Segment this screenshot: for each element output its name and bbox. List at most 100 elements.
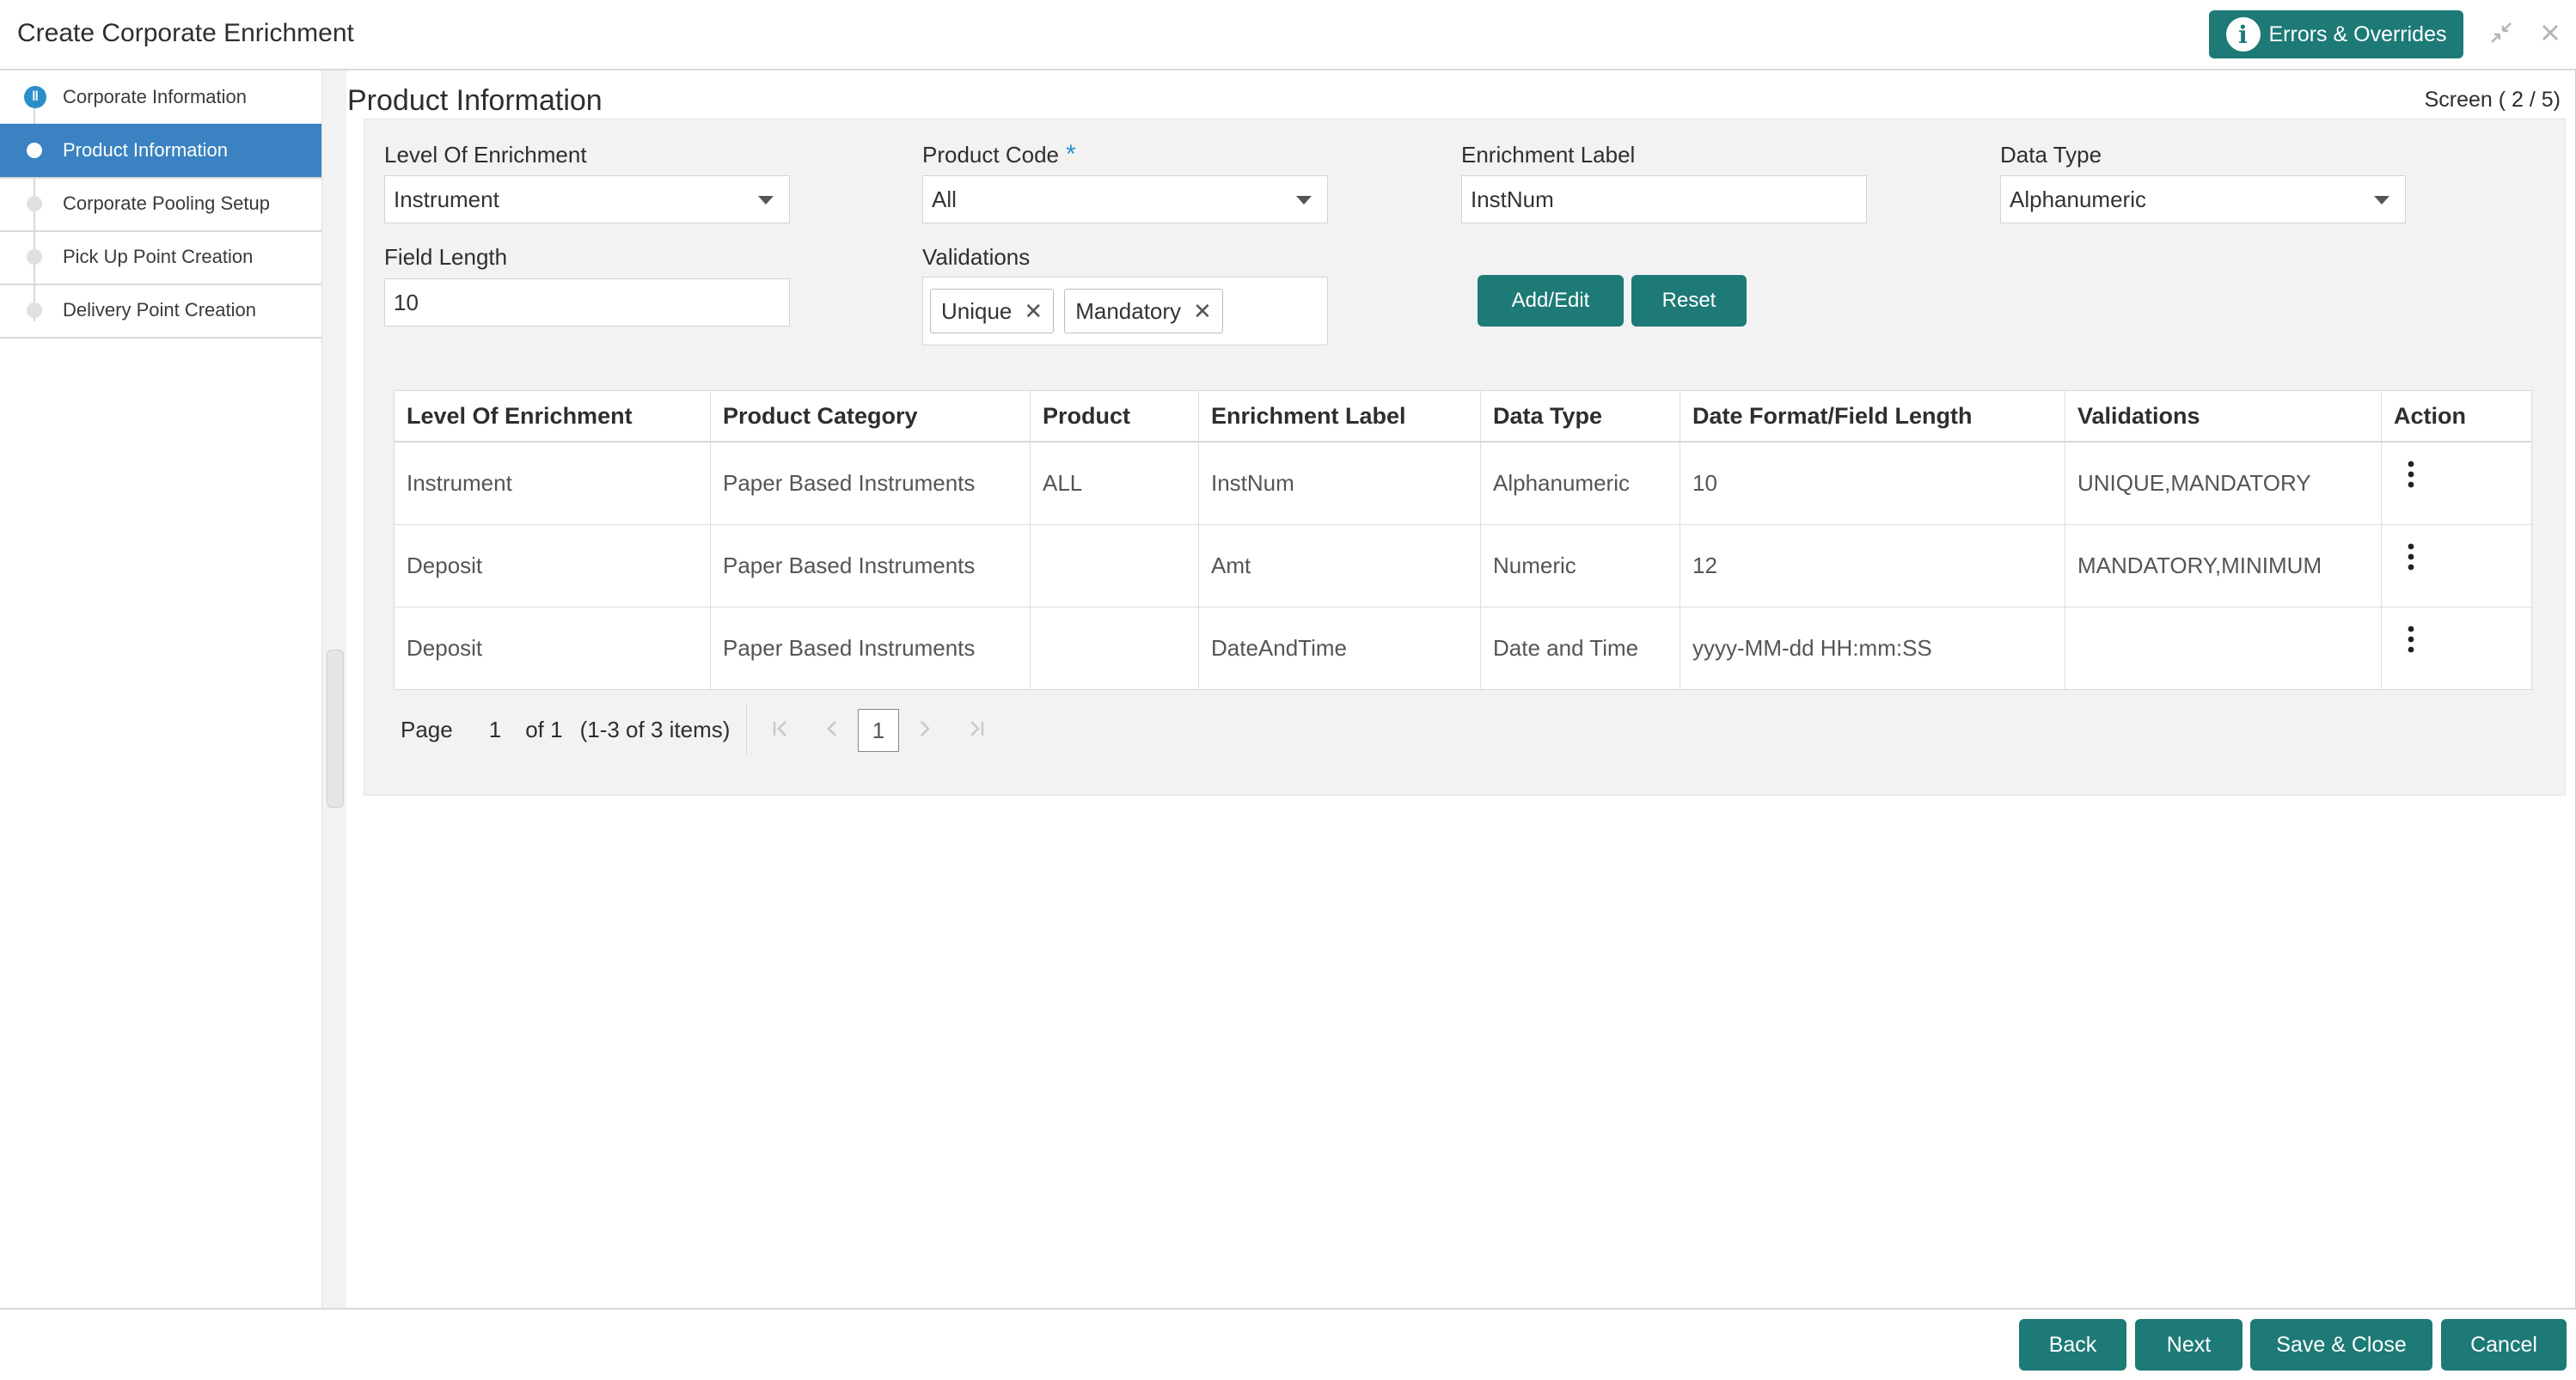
step-dot-icon [27, 249, 42, 265]
pagination: Page 1 of 1 (1-3 of 3 items) [401, 709, 730, 750]
table-row[interactable]: Instrument Paper Based Instruments ALL I… [395, 443, 2531, 525]
current-page-button[interactable]: 1 [858, 709, 899, 752]
first-page-icon[interactable] [767, 715, 794, 742]
table-header-row: Level Of Enrichment Product Category Pro… [395, 391, 2531, 443]
enrichment-label-label: Enrichment Label [1461, 142, 1636, 168]
step-delivery-point-creation[interactable]: Delivery Point Creation [0, 284, 321, 339]
remove-tag-icon[interactable]: ✕ [1024, 298, 1043, 325]
table-cell: UNIQUE,MANDATORY [2065, 443, 2382, 524]
step-corporate-information[interactable]: ‖ Corporate Information [0, 70, 321, 125]
table-cell: Paper Based Instruments [711, 608, 1031, 689]
minimize-icon[interactable] [2484, 15, 2518, 50]
more-vertical-icon[interactable] [2394, 457, 2428, 492]
current-step-icon: ‖ [24, 86, 46, 108]
table-cell: Paper Based Instruments [711, 525, 1031, 607]
enrichment-table: Level Of Enrichment Product Category Pro… [394, 390, 2532, 690]
page-number-input[interactable]: 1 [489, 717, 501, 743]
table-cell: InstNum [1199, 443, 1481, 524]
table-cell: 10 [1680, 443, 2065, 524]
last-page-icon[interactable] [963, 715, 990, 742]
column-header[interactable]: Validations [2065, 391, 2382, 441]
previous-page-icon[interactable] [818, 715, 846, 742]
validations-multiselect[interactable]: Unique ✕ Mandatory ✕ [922, 277, 1328, 345]
level-of-enrichment-select[interactable]: Instrument [384, 175, 790, 223]
validation-tag-unique: Unique ✕ [930, 289, 1055, 333]
field-length-value: 10 [394, 289, 419, 315]
step-product-information[interactable]: Product Information [0, 124, 321, 179]
step-label: Corporate Pooling Setup [63, 192, 270, 214]
table-row[interactable]: Deposit Paper Based Instruments Amt Nume… [395, 525, 2531, 608]
step-dot-icon [27, 143, 42, 158]
field-length-label: Field Length [384, 244, 508, 270]
product-code-label: Product Code * [922, 140, 1076, 169]
validation-tag-mandatory: Mandatory ✕ [1064, 289, 1223, 333]
next-page-icon[interactable] [911, 715, 939, 742]
table-cell [1031, 525, 1199, 607]
section-title: Product Information [347, 84, 603, 117]
table-cell: Alphanumeric [1481, 443, 1680, 524]
table-cell: Deposit [395, 608, 711, 689]
chevron-down-icon [2374, 196, 2389, 205]
more-vertical-icon[interactable] [2394, 622, 2428, 656]
column-header[interactable]: Product Category [711, 391, 1031, 441]
action-cell [2382, 443, 2531, 524]
sidebar-resize-handle[interactable] [327, 650, 344, 808]
column-header[interactable]: Product [1031, 391, 1199, 441]
items-count: (1-3 of 3 items) [579, 716, 731, 742]
step-corporate-pooling-setup[interactable]: Corporate Pooling Setup [0, 177, 321, 232]
table-row[interactable]: Deposit Paper Based Instruments DateAndT… [395, 608, 2531, 689]
product-code-value: All [932, 186, 957, 212]
data-type-select[interactable]: Alphanumeric [2000, 175, 2406, 223]
table-cell: Deposit [395, 525, 711, 607]
back-button[interactable]: Back [2019, 1319, 2126, 1371]
next-button[interactable]: Next [2135, 1319, 2243, 1371]
data-type-value: Alphanumeric [2010, 186, 2146, 212]
step-label: Pick Up Point Creation [63, 246, 254, 267]
step-dot-icon [27, 302, 42, 318]
table-cell: Amt [1199, 525, 1481, 607]
step-label: Delivery Point Creation [63, 299, 256, 321]
data-type-label: Data Type [2000, 142, 2102, 168]
column-header[interactable]: Level Of Enrichment [395, 391, 711, 441]
field-length-input[interactable]: 10 [384, 278, 790, 327]
table-cell: 12 [1680, 525, 2065, 607]
action-cell [2382, 525, 2531, 607]
step-sidebar: ‖ Corporate Information Product Informat… [0, 70, 322, 1308]
column-header[interactable]: Enrichment Label [1199, 391, 1481, 441]
save-close-button[interactable]: Save & Close [2250, 1319, 2432, 1371]
required-marker: * [1065, 140, 1076, 168]
add-edit-button[interactable]: Add/Edit [1478, 275, 1624, 327]
step-dot-icon [27, 196, 42, 211]
level-of-enrichment-label: Level Of Enrichment [384, 142, 587, 168]
column-header[interactable]: Date Format/Field Length [1680, 391, 2065, 441]
pagination-divider [746, 703, 747, 754]
validations-label: Validations [922, 244, 1031, 270]
table-cell: DateAndTime [1199, 608, 1481, 689]
enrichment-label-value: InstNum [1471, 186, 1554, 212]
table-cell: yyyy-MM-dd HH:mm:SS [1680, 608, 2065, 689]
chevron-down-icon [1296, 196, 1312, 205]
info-icon: i [2225, 17, 2261, 52]
step-label: Corporate Information [63, 86, 247, 107]
cancel-button[interactable]: Cancel [2441, 1319, 2567, 1371]
enrichment-label-input[interactable]: InstNum [1461, 175, 1867, 223]
window-title: Create Corporate Enrichment [17, 19, 354, 47]
remove-tag-icon[interactable]: ✕ [1193, 298, 1212, 325]
table-cell: ALL [1031, 443, 1199, 524]
errors-overrides-button[interactable]: i Errors & Overrides [2209, 10, 2463, 58]
step-pick-up-point-creation[interactable]: Pick Up Point Creation [0, 230, 321, 285]
column-header: Action [2394, 402, 2466, 429]
chevron-down-icon [758, 196, 774, 205]
product-code-select[interactable]: All [922, 175, 1328, 223]
errors-overrides-label: Errors & Overrides [2268, 21, 2447, 46]
more-vertical-icon[interactable] [2394, 540, 2428, 574]
table-cell [1031, 608, 1199, 689]
column-header[interactable]: Data Type [1481, 391, 1680, 441]
table-cell: Numeric [1481, 525, 1680, 607]
table-cell: Instrument [395, 443, 711, 524]
page-total: of 1 [525, 716, 563, 742]
window-header: Create Corporate Enrichment i Errors & O… [0, 0, 2576, 70]
product-code-label-text: Product Code [922, 142, 1059, 168]
reset-button[interactable]: Reset [1631, 275, 1747, 327]
close-icon[interactable] [2533, 15, 2567, 50]
